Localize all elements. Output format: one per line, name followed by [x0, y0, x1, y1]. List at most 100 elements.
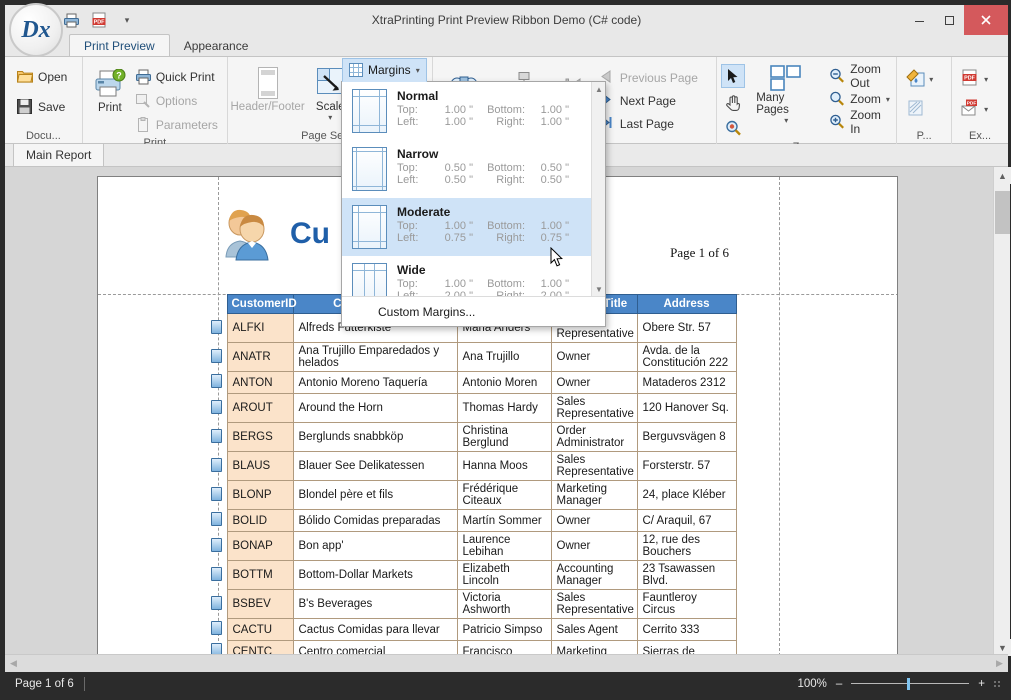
many-pages-button[interactable]: Many Pages ▾	[750, 63, 822, 127]
email-pdf-icon: PDF	[961, 99, 981, 119]
many-pages-dropdown-caret[interactable]: ▾	[784, 116, 788, 125]
scroll-left-button[interactable]: ◀	[5, 655, 22, 672]
title-bar: XtraPrinting Print Preview Ribbon Demo (…	[5, 5, 1008, 35]
cell-contactname: Antonio Moren	[457, 372, 551, 394]
header-footer-button[interactable]: Header/Footer	[232, 63, 303, 115]
margins-left-value: 0.75 "	[431, 232, 473, 244]
margins-option-text: NarrowTop:0.50 "Bottom:0.50 "Left:0.50 "…	[397, 147, 583, 186]
cell-customerid: BERGS	[227, 423, 293, 452]
cell-companyname: Blauer See Delikatessen	[293, 452, 457, 481]
watermark-button[interactable]	[904, 98, 939, 120]
report-page-number: Page 1 of 6	[670, 245, 729, 261]
margin-preview-icon	[352, 263, 387, 296]
tab-print-preview[interactable]: Print Preview	[69, 34, 170, 56]
document-tab-main-report[interactable]: Main Report	[13, 143, 104, 166]
zoom-slider-minus[interactable]: –	[836, 678, 842, 690]
scale-dropdown-caret[interactable]: ▾	[328, 113, 332, 122]
pointer-tool-button[interactable]	[721, 64, 745, 88]
resize-grip[interactable]	[994, 681, 1000, 687]
zoom-label: Zoom	[850, 92, 881, 106]
zoom-icon	[829, 91, 845, 107]
zoom-button[interactable]: Zoom ▾	[827, 88, 896, 110]
margins-option-wide[interactable]: WideTop:1.00 "Bottom:1.00 "Left:2.00 "Ri…	[342, 256, 591, 296]
margins-left-label: Left:	[397, 232, 431, 244]
margins-dropdown-caret[interactable]: ▾	[416, 66, 420, 75]
scroll-right-button[interactable]: ▶	[991, 655, 1008, 672]
margins-menu-scroll-up[interactable]: ▲	[592, 82, 606, 96]
horizontal-scrollbar[interactable]: ◀ ▶	[5, 654, 1008, 672]
margins-option-moderate[interactable]: ModerateTop:1.00 "Bottom:1.00 "Left:0.75…	[342, 198, 591, 256]
svg-text:PDF: PDF	[967, 101, 977, 107]
export-to-button[interactable]: PDF ▾	[959, 68, 994, 90]
table-row: ANTONAntonio Moreno TaqueríaAntonio More…	[209, 372, 736, 394]
print-button[interactable]: ? Print	[87, 62, 133, 116]
send-email-dropdown-caret[interactable]: ▾	[984, 105, 988, 114]
zoom-dropdown-caret[interactable]: ▾	[886, 95, 890, 104]
cell-address: 12, rue des Bouchers	[637, 532, 736, 561]
last-page-button[interactable]: Last Page	[597, 113, 704, 135]
cell-companyname: Bon app'	[293, 532, 457, 561]
window-title: XtraPrinting Print Preview Ribbon Demo (…	[5, 13, 1008, 27]
previous-page-button[interactable]: Previous Page	[597, 67, 704, 89]
table-header-mark	[209, 295, 227, 314]
page-color-button[interactable]: ▾	[904, 68, 939, 90]
export-to-dropdown-caret[interactable]: ▾	[984, 75, 988, 84]
cell-contacttitle: Accounting Manager	[551, 561, 637, 590]
quick-print-button[interactable]: Quick Print	[133, 66, 224, 88]
cell-contacttitle: Order Administrator	[551, 423, 637, 452]
zoom-out-button[interactable]: Zoom Out	[827, 65, 896, 87]
application-logo[interactable]: Dx	[9, 3, 63, 57]
zoom-slider[interactable]	[851, 678, 969, 690]
margins-button[interactable]: Margins ▾	[342, 58, 427, 82]
margins-right-value: 0.75 "	[525, 232, 569, 244]
cell-address: Fauntleroy Circus	[637, 590, 736, 619]
cell-contactname: Ana Trujillo	[457, 343, 551, 372]
vertical-scrollbar[interactable]: ▲ ▼	[993, 167, 1010, 656]
next-page-button[interactable]: Next Page	[597, 90, 704, 112]
zoom-slider-thumb[interactable]	[907, 678, 910, 690]
send-email-button[interactable]: PDF ▾	[959, 98, 994, 120]
close-button[interactable]	[964, 5, 1008, 35]
save-button[interactable]: Save	[15, 96, 73, 118]
margins-option-narrow[interactable]: NarrowTop:0.50 "Bottom:0.50 "Left:0.50 "…	[342, 140, 591, 198]
open-button[interactable]: Open	[15, 66, 73, 88]
margins-right-label: Right:	[473, 174, 525, 186]
margins-option-normal[interactable]: NormalTop:1.00 "Bottom:1.00 "Left:1.00 "…	[342, 82, 591, 140]
zoom-in-icon	[829, 114, 845, 130]
ribbon-group-print: ? Print	[83, 57, 228, 144]
qat-export-pdf-icon[interactable]: PDF	[89, 10, 109, 30]
scroll-up-button[interactable]: ▲	[994, 167, 1011, 184]
cell-customerid: BOLID	[227, 510, 293, 532]
parameters-icon	[135, 117, 151, 133]
hand-tool-button[interactable]	[721, 90, 745, 114]
cell-contactname: Frédérique Citeaux	[457, 481, 551, 510]
cell-contacttitle: Owner	[551, 372, 637, 394]
qat-print-icon[interactable]	[61, 10, 81, 30]
custom-margins-item[interactable]: Custom Margins...	[342, 297, 605, 327]
margins-menu-scroll-down[interactable]: ▼	[592, 282, 606, 296]
maximize-button[interactable]	[934, 5, 964, 35]
margins-menu-scrollbar[interactable]: ▲ ▼	[591, 82, 605, 296]
tab-appearance[interactable]: Appearance	[170, 35, 263, 56]
row-bookmark-cell	[209, 314, 227, 343]
minimize-button[interactable]	[904, 5, 934, 35]
margins-left-value: 0.50 "	[431, 174, 473, 186]
cell-address: Forsterstr. 57	[637, 452, 736, 481]
page-color-dropdown-caret[interactable]: ▾	[929, 75, 933, 84]
qat-customize-icon[interactable]: ▾	[117, 10, 137, 30]
quick-print-label: Quick Print	[156, 70, 215, 84]
cell-contacttitle: Sales Representative	[551, 590, 637, 619]
zoom-in-button[interactable]: Zoom In	[827, 111, 896, 133]
table-row: ANATRAna Trujillo Emparedados y heladosA…	[209, 343, 736, 372]
print-options-button[interactable]: Options	[133, 90, 224, 112]
report-heading: Cu	[218, 207, 330, 261]
cell-customerid: BLONP	[227, 481, 293, 510]
table-row: CACTUCactus Comidas para llevarPatricio …	[209, 619, 736, 641]
folder-open-icon	[17, 69, 33, 85]
zoom-slider-plus[interactable]: +	[978, 678, 985, 690]
parameters-button[interactable]: Parameters	[133, 114, 224, 136]
watermark-icon	[906, 99, 926, 119]
vertical-scroll-thumb[interactable]	[995, 191, 1010, 234]
magnifier-tool-button[interactable]	[721, 116, 745, 140]
table-header-customerid: CustomerID	[227, 295, 293, 314]
